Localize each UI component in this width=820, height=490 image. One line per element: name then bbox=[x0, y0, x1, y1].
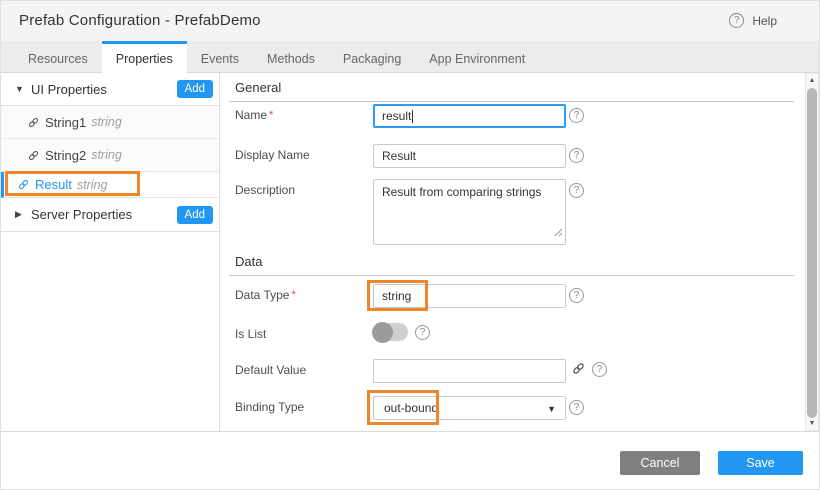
data-type-label: Data Type* bbox=[235, 288, 296, 302]
help-button[interactable]: ? Help bbox=[729, 13, 777, 28]
sidebar-section-ui-properties[interactable]: ▼ UI Properties Add bbox=[1, 73, 219, 106]
tab-resources[interactable]: Resources bbox=[14, 41, 102, 73]
dialog-title: Prefab Configuration - PrefabDemo bbox=[19, 12, 261, 29]
description-help-icon[interactable]: ? bbox=[569, 183, 584, 198]
binding-type-label: Binding Type bbox=[235, 400, 304, 414]
is-list-help-icon[interactable]: ? bbox=[415, 325, 430, 340]
sidebar-item-string1[interactable]: String1 string bbox=[1, 106, 219, 139]
is-list-label: Is List bbox=[235, 327, 266, 341]
sidebar-section-server-properties[interactable]: ▶ Server Properties Add bbox=[1, 198, 219, 232]
property-name: String1 bbox=[45, 115, 86, 130]
cancel-button[interactable]: Cancel bbox=[620, 451, 700, 475]
name-help-icon[interactable]: ? bbox=[569, 108, 584, 123]
dropdown-arrow-icon: ▼ bbox=[547, 404, 556, 414]
add-ui-property-button[interactable]: Add bbox=[177, 80, 213, 98]
name-label: Name* bbox=[235, 108, 273, 122]
toggle-knob bbox=[372, 322, 393, 343]
name-input[interactable]: result bbox=[373, 104, 566, 128]
link-icon bbox=[17, 178, 30, 191]
scroll-down-icon[interactable]: ▼ bbox=[806, 420, 818, 427]
tab-strip: Resources Properties Events Methods Pack… bbox=[14, 41, 539, 73]
tab-methods[interactable]: Methods bbox=[253, 41, 329, 73]
property-name: String2 bbox=[45, 148, 86, 163]
data-type-help-icon[interactable]: ? bbox=[569, 288, 584, 303]
save-button[interactable]: Save bbox=[718, 451, 803, 475]
link-icon bbox=[27, 149, 40, 162]
data-type-input[interactable]: string bbox=[373, 284, 566, 308]
sidebar-item-result[interactable]: Result string bbox=[1, 172, 219, 198]
ui-properties-label: UI Properties bbox=[31, 82, 177, 97]
collapse-caret-down-icon[interactable]: ▼ bbox=[15, 84, 27, 94]
dialog-footer: Cancel Save bbox=[1, 431, 820, 490]
tab-properties[interactable]: Properties bbox=[102, 41, 187, 73]
collapse-caret-right-icon[interactable]: ▶ bbox=[15, 209, 27, 220]
display-name-input[interactable]: Result bbox=[373, 144, 566, 168]
title-bar: Prefab Configuration - PrefabDemo ? Help bbox=[1, 1, 820, 41]
help-circle-icon: ? bbox=[729, 13, 744, 28]
default-value-label: Default Value bbox=[235, 363, 306, 377]
prefab-configuration-dialog: Prefab Configuration - PrefabDemo ? Help… bbox=[0, 0, 820, 490]
tab-app-environment[interactable]: App Environment bbox=[415, 41, 539, 73]
binding-type-select[interactable]: out-bound ▼ bbox=[373, 396, 566, 420]
help-label: Help bbox=[752, 14, 777, 28]
add-server-property-button[interactable]: Add bbox=[177, 206, 213, 224]
text-caret bbox=[412, 110, 413, 123]
form-scrollbar[interactable]: ▲ ▼ bbox=[805, 73, 819, 431]
sidebar-item-string2[interactable]: String2 string bbox=[1, 139, 219, 172]
default-value-input[interactable] bbox=[373, 359, 566, 383]
description-label: Description bbox=[235, 183, 295, 197]
tab-events[interactable]: Events bbox=[187, 41, 253, 73]
required-asterisk: * bbox=[291, 289, 295, 301]
property-type: string bbox=[77, 178, 108, 192]
property-type: string bbox=[91, 115, 122, 129]
scroll-up-icon[interactable]: ▲ bbox=[806, 77, 818, 84]
resize-grip-icon[interactable] bbox=[554, 226, 563, 242]
description-textarea[interactable]: Result from comparing strings bbox=[373, 179, 566, 245]
is-list-toggle[interactable] bbox=[373, 323, 408, 341]
binding-type-help-icon[interactable]: ? bbox=[569, 400, 584, 415]
property-type: string bbox=[91, 148, 122, 162]
display-name-label: Display Name bbox=[235, 148, 310, 162]
default-value-help-icon[interactable]: ? bbox=[592, 362, 607, 377]
section-heading-data: Data bbox=[229, 254, 794, 276]
server-properties-label: Server Properties bbox=[31, 207, 177, 222]
required-asterisk: * bbox=[269, 109, 273, 121]
bind-property-link-icon[interactable] bbox=[571, 361, 586, 381]
link-icon bbox=[27, 116, 40, 129]
section-heading-general: General bbox=[229, 80, 794, 102]
property-name: Result bbox=[35, 177, 72, 192]
tab-packaging[interactable]: Packaging bbox=[329, 41, 415, 73]
display-name-help-icon[interactable]: ? bbox=[569, 148, 584, 163]
scrollbar-thumb[interactable] bbox=[807, 88, 817, 418]
